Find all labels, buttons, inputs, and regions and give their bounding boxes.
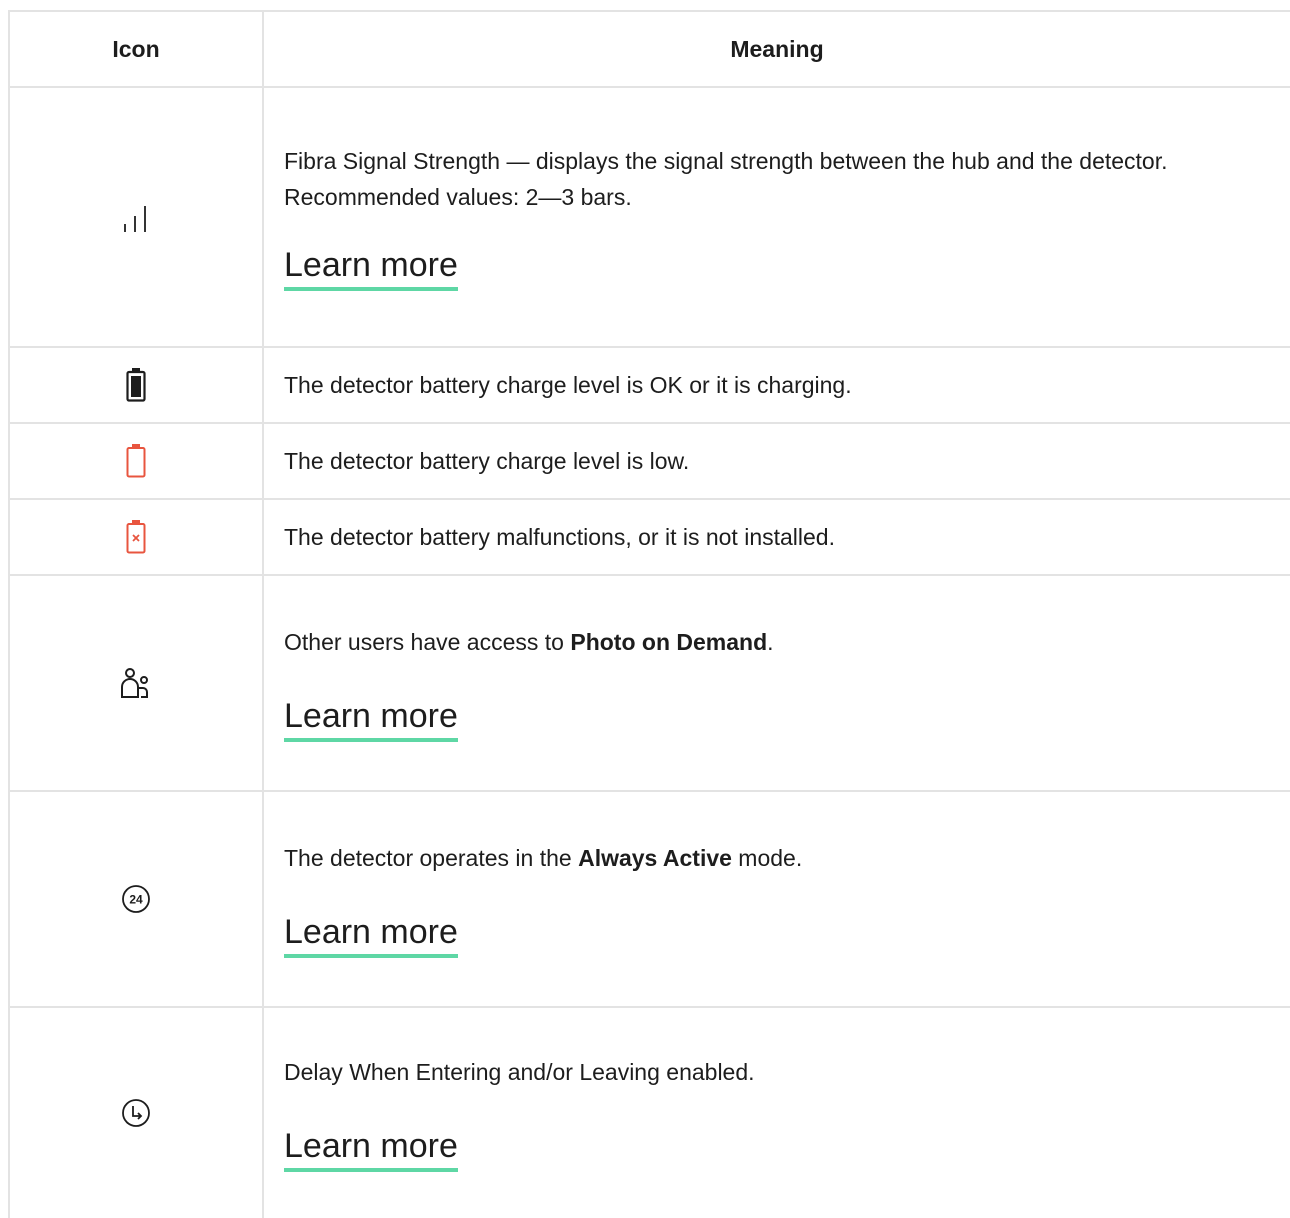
table-row: Delay When Entering and/or Leaving enabl…: [8, 1008, 1290, 1218]
table-row: The detector battery charge level is low…: [8, 424, 1290, 500]
row-description: The detector battery charge level is OK …: [284, 372, 852, 398]
icon-meaning-table: Icon Meaning Fibra Signal Strength — dis…: [8, 10, 1290, 1218]
users-access-icon: [121, 668, 148, 698]
header-meaning-column: Meaning: [730, 36, 824, 62]
row-description: Fibra Signal Strength — displays the sig…: [284, 148, 1168, 210]
signal-strength-icon: [124, 206, 146, 232]
learn-more-link[interactable]: Learn more: [284, 1126, 458, 1172]
table-row: The detector battery charge level is OK …: [8, 348, 1290, 424]
learn-more-link[interactable]: Learn more: [284, 912, 458, 958]
svg-text:24: 24: [129, 893, 143, 907]
row-description: Other users have access to Photo on Dema…: [284, 629, 774, 655]
table-row: The detector battery malfunctions, or it…: [8, 500, 1290, 576]
table-row: 24 The detector operates in the Always A…: [8, 792, 1290, 1008]
row-description: The detector battery malfunctions, or it…: [284, 524, 835, 550]
always-active-24-icon: 24: [122, 885, 150, 913]
learn-more-link[interactable]: Learn more: [284, 696, 458, 742]
table-row: Other users have access to Photo on Dema…: [8, 576, 1290, 792]
row-description: The detector operates in the Always Acti…: [284, 845, 803, 871]
battery-low-icon: [126, 444, 146, 478]
row-description: Delay When Entering and/or Leaving enabl…: [284, 1059, 755, 1085]
table-row: Fibra Signal Strength — displays the sig…: [8, 88, 1290, 348]
battery-error-icon: [126, 520, 146, 554]
learn-more-link[interactable]: Learn more: [284, 245, 458, 291]
table-header-row: Icon Meaning: [8, 12, 1290, 88]
delay-clock-icon: [122, 1099, 150, 1127]
header-icon-column: Icon: [8, 12, 264, 86]
battery-ok-icon: [126, 368, 146, 402]
row-description: The detector battery charge level is low…: [284, 448, 690, 474]
